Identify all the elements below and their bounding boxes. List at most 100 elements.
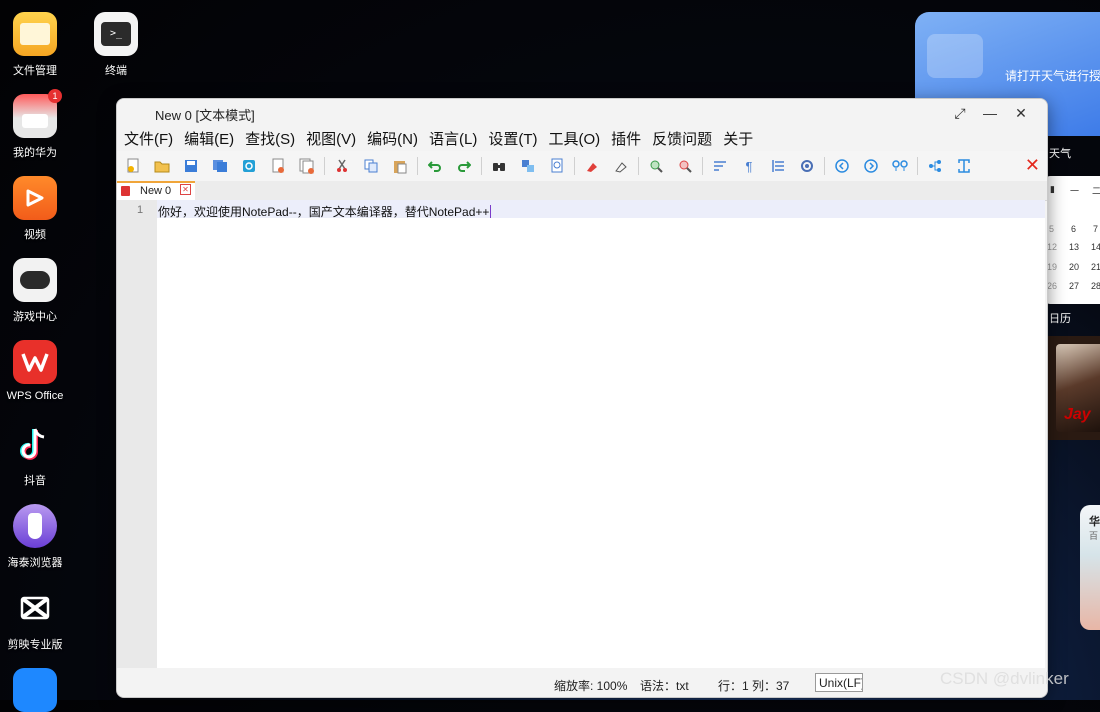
- desktop-icon-video[interactable]: 视频: [0, 176, 70, 242]
- minimize-icon[interactable]: —: [975, 102, 1005, 124]
- desktop-icon-wps-office[interactable]: WPS Office: [0, 340, 70, 402]
- tab-label: New 0: [140, 185, 172, 197]
- toolbar-separator: [481, 157, 482, 175]
- desktop-icon-label: 抖音: [24, 475, 46, 487]
- wps-logo-icon: [13, 340, 57, 384]
- menu-language[interactable]: 语言(L): [429, 128, 477, 149]
- calendar-header-day: 一: [1070, 186, 1080, 196]
- copy-icon[interactable]: [361, 156, 381, 176]
- settings-icon[interactable]: [797, 156, 817, 176]
- toolbar-separator: [824, 157, 825, 175]
- show-symbols-icon[interactable]: ¶: [739, 156, 759, 176]
- new-file-icon[interactable]: [123, 156, 143, 176]
- app-icon: [13, 668, 57, 712]
- title-bar[interactable]: New 0 [文本模式] ⤢ — ✕: [117, 99, 1047, 126]
- close-document-icon[interactable]: ✕: [1025, 155, 1040, 176]
- find-in-files-icon[interactable]: [547, 156, 567, 176]
- photo-widget-text: 华: [1089, 516, 1100, 528]
- indent-guide-icon[interactable]: [768, 156, 788, 176]
- desktop-icon-label: 游戏中心: [13, 311, 57, 323]
- undo-icon[interactable]: [425, 156, 445, 176]
- close-all-icon[interactable]: [297, 156, 317, 176]
- zoom-out-icon[interactable]: [675, 156, 695, 176]
- desktop-icon-label: 视频: [24, 229, 46, 241]
- toolbar-separator: [702, 157, 703, 175]
- status-zoom: 缩放率: 100%: [554, 679, 628, 693]
- cut-icon[interactable]: [332, 156, 352, 176]
- calendar-day: 7: [1093, 224, 1099, 234]
- menu-about[interactable]: 关于: [723, 128, 753, 149]
- calendar-day: 13: [1069, 242, 1080, 252]
- paste-icon[interactable]: [390, 156, 410, 176]
- capcut-icon: [13, 586, 57, 630]
- editor-line-text: 你好，欢迎使用NotePad--，国产文本编译器，替代NotePad++: [158, 205, 490, 219]
- save-icon[interactable]: [181, 156, 201, 176]
- douyin-note-icon: [13, 422, 57, 466]
- desktop-icon-label: WPS Office: [6, 390, 64, 402]
- eol-selector[interactable]: Unix(LF): [815, 673, 863, 692]
- redo-icon[interactable]: [454, 156, 474, 176]
- find-icon[interactable]: [489, 156, 509, 176]
- calendar-day: 14: [1091, 242, 1100, 252]
- word-wrap-icon[interactable]: [710, 156, 730, 176]
- calendar-day: 12: [1047, 242, 1058, 252]
- desktop-icon-douyin[interactable]: 抖音: [0, 422, 70, 488]
- open-file-icon[interactable]: [152, 156, 172, 176]
- menu-find[interactable]: 查找(S): [245, 128, 295, 149]
- restore-icon[interactable]: ⤢: [945, 102, 975, 124]
- weather-card-icon: [927, 34, 983, 78]
- album-logo: Jay: [1064, 406, 1091, 423]
- toolbar-separator: [574, 157, 575, 175]
- huawei-gift-icon: 1: [13, 89, 62, 138]
- save-all-icon[interactable]: [210, 156, 230, 176]
- toolbar: ¶ ✕: [117, 151, 1047, 181]
- menu-feedback[interactable]: 反馈问题: [652, 128, 712, 149]
- calendar-day: 6: [1071, 224, 1077, 234]
- tab-new-0[interactable]: New 0 ✕: [117, 181, 195, 200]
- desktop-icon-label: 终端: [105, 65, 127, 77]
- calendar-day: 26: [1047, 281, 1058, 291]
- tab-close-icon[interactable]: ✕: [180, 184, 191, 195]
- desktop-icon-haitai-browser[interactable]: 海泰浏览器: [0, 504, 70, 570]
- desktop-icon-file-manager[interactable]: 文件管理: [0, 12, 70, 78]
- calendar-day: 20: [1069, 262, 1080, 272]
- zoom-in-icon[interactable]: [646, 156, 666, 176]
- toolbar-separator: [417, 157, 418, 175]
- desktop-icon-label: 剪映专业版: [7, 639, 63, 651]
- sync-icon[interactable]: [239, 156, 259, 176]
- music-widget[interactable]: Jay: [1046, 336, 1100, 440]
- desktop-icon-my-huawei[interactable]: 1 我的华为: [0, 89, 70, 160]
- menu-edit[interactable]: 编辑(E): [184, 128, 234, 149]
- calendar-day: 19: [1047, 262, 1058, 272]
- compare-icon[interactable]: [890, 156, 910, 176]
- gamepad-icon: [13, 258, 57, 302]
- desktop-icon-partial[interactable]: [0, 668, 70, 712]
- desktop-icon-label: 我的华为: [13, 147, 57, 159]
- terminal-icon: >_: [94, 12, 138, 56]
- menu-file[interactable]: 文件(F): [124, 128, 173, 149]
- menu-plugins[interactable]: 插件: [611, 128, 641, 149]
- replace-icon[interactable]: [518, 156, 538, 176]
- menu-tools[interactable]: 工具(O): [548, 128, 600, 149]
- menu-encoding[interactable]: 编码(N): [367, 128, 418, 149]
- document-icon: [121, 186, 130, 196]
- desktop-icon-label: 文件管理: [13, 65, 57, 77]
- menu-view[interactable]: 视图(V): [306, 128, 356, 149]
- previous-icon[interactable]: [832, 156, 852, 176]
- photo-widget[interactable]: 华 百: [1080, 505, 1100, 630]
- file-tree-icon[interactable]: [925, 156, 945, 176]
- close-icon[interactable]: ✕: [1006, 102, 1036, 124]
- text-mode-icon[interactable]: [954, 156, 974, 176]
- text-editor[interactable]: 1 你好，欢迎使用NotePad--，国产文本编译器，替代NotePad++: [117, 200, 1045, 668]
- clear-mark-icon[interactable]: [611, 156, 631, 176]
- mark-icon[interactable]: [582, 156, 602, 176]
- menu-settings[interactable]: 设置(T): [488, 128, 537, 149]
- next-icon[interactable]: [861, 156, 881, 176]
- calendar-widget[interactable]: ▮ 一 二 5 6 7 12 13 14 19 20 21 26 27 28: [1046, 176, 1100, 304]
- close-file-icon[interactable]: [268, 156, 288, 176]
- desktop-icon-terminal[interactable]: >_ 终端: [81, 12, 151, 78]
- desktop-icon-jianying[interactable]: 剪映专业版: [0, 586, 70, 652]
- weather-prompt: 请打开天气进行授: [1005, 69, 1100, 83]
- desktop-icon-game-center[interactable]: 游戏中心: [0, 258, 70, 324]
- toolbar-separator: [638, 157, 639, 175]
